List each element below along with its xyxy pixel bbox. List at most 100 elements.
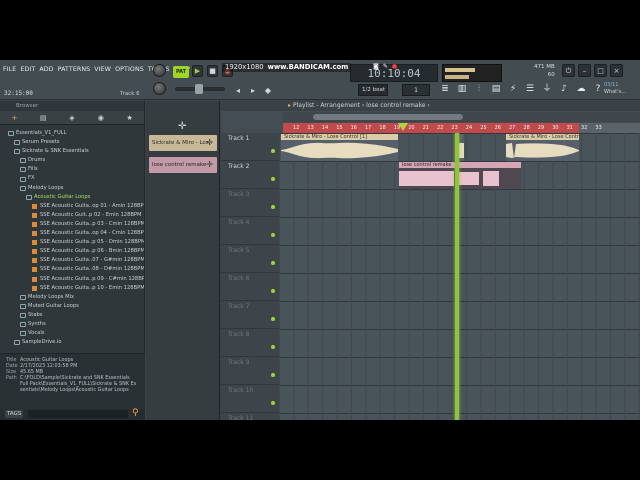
close-icon[interactable]: ×: [610, 64, 623, 77]
clip-plus-icon[interactable]: ✛: [206, 157, 213, 173]
playlist-arrow-icon[interactable]: ▸: [288, 102, 291, 109]
channel-rack-icon[interactable]: ▤: [489, 82, 503, 97]
sample-item[interactable]: SSE Acoustic Guita..p 03 - Cmin 128BPM: [0, 220, 144, 229]
arrangement-grid[interactable]: Sickrate & Miro - Lose Control [1] Sickr…: [279, 133, 640, 420]
picker-clip-pattern[interactable]: lose control remake ✛: [149, 157, 217, 173]
track-mute-led-icon[interactable]: [271, 373, 275, 377]
folder-item[interactable]: Sickrate & SNK Essentials: [0, 147, 144, 156]
browser-tab-3[interactable]: ◉: [86, 111, 115, 124]
track-mute-led-icon[interactable]: [271, 205, 275, 209]
track-mute-led-icon[interactable]: [271, 149, 275, 153]
track-mute-led-icon[interactable]: [271, 261, 275, 265]
folder-item[interactable]: Fills: [0, 165, 144, 174]
track-mute-led-icon[interactable]: [271, 233, 275, 237]
sample-item[interactable]: SSE Acoustic Guita..p 10 - Emin 128BPM: [0, 284, 144, 293]
track-header[interactable]: Track 10: [221, 385, 279, 413]
track-mute-led-icon[interactable]: [271, 177, 275, 181]
sample-item[interactable]: SSE Acoustic Guita..07 - G#min 128BPM: [0, 256, 144, 265]
browser-tab-4[interactable]: ★: [115, 111, 144, 124]
menu-item-options[interactable]: OPTIONS: [115, 66, 144, 73]
folder-item[interactable]: Melody Loops Mix: [0, 293, 144, 302]
clip-plus-icon[interactable]: ✛: [206, 135, 213, 151]
main-pitch-slider[interactable]: [175, 84, 225, 94]
stop-icon[interactable]: ■: [207, 65, 218, 77]
pattern-song-toggle[interactable]: PAT: [173, 66, 189, 78]
maximize-icon[interactable]: □: [594, 64, 607, 77]
track-header[interactable]: Track 11: [221, 413, 279, 420]
sample-item[interactable]: SSE Acoustic Guita..op 04 - Cmin 128BPM: [0, 229, 144, 238]
master-pitch-knob[interactable]: [153, 82, 166, 95]
piano-roll-icon[interactable]: ▥: [455, 82, 469, 97]
menu-item-add[interactable]: ADD: [39, 66, 53, 73]
horizontal-scrollbar[interactable]: [283, 112, 640, 122]
tags-label[interactable]: TAGS: [5, 410, 24, 418]
track-mute-led-icon[interactable]: [271, 345, 275, 349]
audio-clip-3[interactable]: Sickrate & Miro - Lose Control [1]: [506, 134, 579, 161]
folder-item[interactable]: Stabs: [0, 311, 144, 320]
tempo-icon[interactable]: ⏚: [540, 82, 554, 97]
folder-item[interactable]: Melody Loops: [0, 184, 144, 193]
track-header[interactable]: Track 3: [221, 189, 279, 217]
sample-item[interactable]: SSE Acoustic Guita..p 05 - Dmin 128BPM: [0, 238, 144, 247]
browser-tab-0[interactable]: +: [0, 111, 29, 124]
track-header[interactable]: Track 9: [221, 357, 279, 385]
menu-item-edit[interactable]: EDIT: [20, 66, 35, 73]
add-icon[interactable]: ✛: [178, 121, 186, 132]
minimize-icon[interactable]: –: [578, 64, 591, 77]
cloud-icon[interactable]: ☁: [574, 82, 588, 97]
slider-handle[interactable]: [195, 84, 203, 94]
sample-item[interactable]: SSE Acoustic Guit..p 02 - Emin 128BPM: [0, 211, 144, 220]
menu-item-view[interactable]: VIEW: [94, 66, 111, 73]
track-header[interactable]: Track 8: [221, 329, 279, 357]
folder-item[interactable]: Vocals: [0, 329, 144, 338]
scroll-thumb[interactable]: [313, 114, 463, 120]
tags-input[interactable]: [28, 410, 128, 418]
scroll-icon[interactable]: ◆: [262, 85, 274, 97]
track-header[interactable]: Track 6: [221, 273, 279, 301]
track-mute-led-icon[interactable]: [271, 317, 275, 321]
sample-item[interactable]: SSE Acoustic Guita..op 01 - Amin 128BPM: [0, 202, 144, 211]
snap-selector[interactable]: 1/2 beat: [358, 84, 388, 96]
folder-item[interactable]: Serum Presets: [0, 138, 144, 147]
camera-icon[interactable]: ◙: [373, 63, 379, 70]
sample-item[interactable]: SSE Acoustic Guita..08 - D#min 128BPM: [0, 265, 144, 274]
timeline-ruler[interactable]: 12 13 14 15 16 17 18 19 20 21 22 23 24 25 26 27 28 29 30 31…: [283, 123, 640, 133]
browser-tab-2[interactable]: ◈: [58, 111, 87, 124]
search-icon[interactable]: ⚲: [132, 408, 139, 418]
sample-item[interactable]: SSE Acoustic Guita..p 06 - Bmin 128BPM: [0, 247, 144, 256]
audio-icon[interactable]: ♪: [557, 82, 571, 97]
folder-item[interactable]: Drums: [0, 156, 144, 165]
mixer-icon[interactable]: ⫶: [472, 82, 486, 97]
menu-item-file[interactable]: FILE: [3, 66, 16, 73]
folder-item[interactable]: SampleDrive.io: [0, 338, 144, 347]
track-header[interactable]: Track 2: [221, 161, 279, 189]
master-volume-knob[interactable]: [153, 64, 166, 77]
folder-item[interactable]: Acoustic Guitar Loops: [0, 193, 144, 202]
menu-item-patterns[interactable]: PATTERNS: [58, 66, 91, 73]
step-field[interactable]: 1: [402, 84, 430, 96]
track-header[interactable]: Track 4: [221, 217, 279, 245]
track-header[interactable]: Track 7: [221, 301, 279, 329]
playlist-icon[interactable]: ≣: [438, 82, 452, 97]
arrow-left-icon[interactable]: ◂: [232, 85, 244, 97]
pencil-icon[interactable]: ✎: [383, 63, 388, 70]
audio-clip-1[interactable]: Sickrate & Miro - Lose Control [1]: [281, 134, 398, 161]
help-icon[interactable]: ?: [591, 82, 605, 97]
arrow-right-icon[interactable]: ▸: [247, 85, 259, 97]
track-mute-led-icon[interactable]: [271, 289, 275, 293]
sample-item[interactable]: SSE Acoustic Guita..p 09 - C#min 128BPM: [0, 275, 144, 284]
news-panel[interactable]: 03/11 What's...: [604, 82, 638, 98]
folder-item[interactable]: Essentials_V1_FULL: [0, 129, 144, 138]
power-icon[interactable]: ⏻: [562, 64, 575, 77]
folder-item[interactable]: Muted Guitar Loops: [0, 302, 144, 311]
folder-item[interactable]: FX: [0, 174, 144, 183]
playlist-pattern[interactable]: lose control remake: [366, 102, 425, 109]
picker-clip-audio[interactable]: Sickrate & Miro - Los.. ✛: [149, 135, 217, 151]
browser-icon[interactable]: ☰: [523, 82, 537, 97]
folder-item[interactable]: Synths: [0, 320, 144, 329]
browser-tab-1[interactable]: ▤: [29, 111, 58, 124]
track-mute-led-icon[interactable]: [271, 401, 275, 405]
play-icon[interactable]: ▶: [192, 65, 203, 77]
plugin-icon[interactable]: ⚡: [506, 82, 520, 97]
track-header[interactable]: Track 5: [221, 245, 279, 273]
